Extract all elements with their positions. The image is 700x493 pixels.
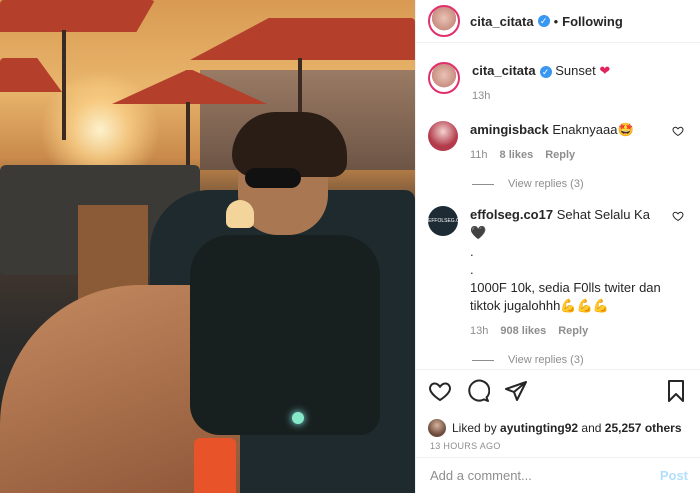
caption-meta: 13h	[472, 87, 684, 105]
caption-username[interactable]: cita_citata	[472, 63, 536, 78]
comment-avatar[interactable]: EFFOLSEG.CO17	[428, 206, 469, 236]
post-header: cita_citata ✓ • Following	[416, 0, 700, 43]
comment-like-heart-icon[interactable]	[672, 125, 684, 137]
sunglasses	[245, 168, 301, 188]
liker-avatar[interactable]	[428, 419, 446, 437]
person-body	[190, 235, 380, 435]
post-age[interactable]: 13 HOURS AGO	[430, 441, 501, 451]
orange-bottle	[194, 438, 236, 493]
comment-bubble-icon[interactable]	[466, 379, 490, 403]
author-username[interactable]: cita_citata	[470, 14, 534, 29]
comments-list[interactable]: cita_citata ✓ Sunset ❤ 13h amingisback En…	[416, 50, 700, 369]
verified-badge-icon: ✓	[539, 66, 552, 78]
comment-body: amingisback Enaknyaaa🤩 11h 8 likes Reply	[470, 121, 666, 164]
avatar-logo-text: EFFOLSEG.CO17	[428, 218, 470, 224]
likes-prefix: Liked by	[452, 421, 497, 435]
comment-body: effolseg.co17 Sehat Selalu Ka 🖤 . . 1000F…	[470, 206, 666, 340]
post-photo[interactable]	[0, 0, 415, 493]
action-icons	[428, 378, 688, 404]
umbrella	[0, 0, 155, 32]
share-paper-plane-icon[interactable]	[504, 379, 528, 403]
likes-and: and	[581, 421, 602, 435]
comment-text-line: .	[470, 244, 474, 259]
flexed-biceps-emoji: 💪💪💪	[560, 299, 609, 314]
author-avatar[interactable]	[428, 5, 460, 37]
comment-row: EFFOLSEG.CO17 effolseg.co17 Sehat Selalu…	[428, 206, 684, 340]
comment-username[interactable]: amingisback	[470, 122, 549, 137]
comment-time[interactable]: 13h	[470, 322, 488, 340]
post-comment-button[interactable]: Post	[660, 468, 688, 483]
replies-divider	[472, 359, 494, 361]
comment-text: Enaknyaaa	[552, 122, 618, 137]
likes-count[interactable]: 25,257 others	[605, 421, 682, 435]
following-button[interactable]: Following	[562, 14, 623, 29]
comment-likes[interactable]: 8 likes	[500, 146, 534, 164]
umbrella-pole	[62, 30, 66, 140]
bookmark-icon[interactable]	[664, 379, 688, 403]
caption-avatar[interactable]	[428, 62, 460, 94]
comment-avatar[interactable]	[428, 121, 458, 151]
reply-button[interactable]: Reply	[545, 146, 575, 164]
umbrella	[0, 58, 62, 92]
like-heart-icon[interactable]	[428, 379, 452, 403]
black-heart-emoji: 🖤	[470, 226, 487, 241]
caption-body: cita_citata ✓ Sunset ❤ 13h	[472, 62, 684, 105]
view-replies-label: View replies (3)	[508, 354, 584, 366]
add-comment-input[interactable]	[428, 467, 660, 484]
caption-text: Sunset	[555, 63, 596, 78]
comment-like-heart-icon[interactable]	[672, 210, 684, 222]
comment-likes[interactable]: 908 likes	[500, 322, 546, 340]
comment-time[interactable]: 11h	[470, 146, 488, 164]
comment-meta: 13h 908 likes Reply	[470, 322, 666, 340]
star-eyes-emoji: 🤩	[617, 123, 634, 138]
view-replies-label: View replies (3)	[508, 178, 584, 190]
verified-badge-icon: ✓	[537, 15, 550, 27]
comment-text-line: 1000F 10k, sedia F0lls twiter dan tiktok…	[470, 279, 666, 316]
caption: cita_citata ✓ Sunset ❤ 13h	[428, 62, 684, 105]
caption-time[interactable]: 13h	[472, 87, 490, 105]
post-actions	[416, 369, 700, 423]
view-replies-button[interactable]: View replies (3)	[472, 354, 684, 366]
add-comment-bar: Post	[416, 457, 700, 493]
replies-divider	[472, 183, 494, 185]
light-sparkle	[292, 412, 304, 424]
comment-text-line: .	[470, 262, 474, 277]
comment-row: amingisback Enaknyaaa🤩 11h 8 likes Reply	[428, 121, 684, 164]
post-side-panel: cita_citata ✓ • Following cita_citata ✓ S…	[415, 0, 700, 493]
liker-username[interactable]: ayutingting92	[500, 421, 578, 435]
comment-meta: 11h 8 likes Reply	[470, 146, 666, 164]
cocktail-glass	[226, 200, 254, 228]
view-replies-button[interactable]: View replies (3)	[472, 178, 684, 190]
likes-summary: Liked by ayutingting92 and 25,257 others	[428, 419, 692, 437]
reply-button[interactable]: Reply	[558, 322, 588, 340]
comment-username[interactable]: effolseg.co17	[470, 207, 553, 222]
umbrella	[190, 18, 415, 60]
comment-text: Sehat Selalu Ka	[556, 207, 650, 222]
heart-emoji: ❤	[599, 64, 611, 79]
header-separator: •	[553, 13, 559, 29]
